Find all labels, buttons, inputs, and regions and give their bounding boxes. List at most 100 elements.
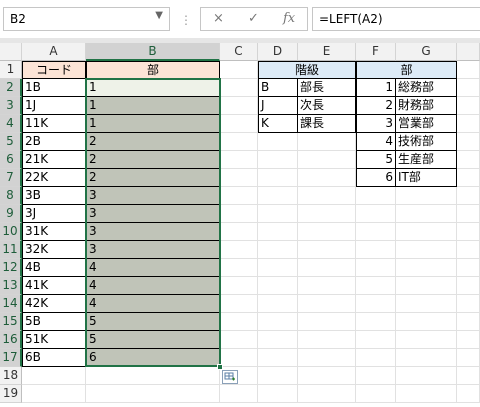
cell[interactable] [356, 295, 396, 313]
row-header-7[interactable]: 7 [0, 169, 22, 187]
cell[interactable] [86, 385, 220, 403]
cell[interactable] [356, 277, 396, 295]
cell[interactable] [258, 187, 298, 205]
cell[interactable] [298, 367, 356, 385]
cell[interactable] [457, 277, 480, 295]
cell[interactable] [220, 187, 258, 205]
column-header-c[interactable]: C [220, 43, 258, 61]
cell[interactable] [457, 385, 480, 403]
code-cell[interactable]: 1J [22, 97, 86, 115]
rank-key-cell[interactable]: K [258, 115, 298, 133]
cell[interactable] [396, 187, 457, 205]
cell[interactable] [298, 349, 356, 367]
dept-num-cell[interactable]: 5 [356, 151, 396, 169]
cell[interactable] [258, 331, 298, 349]
code-cell[interactable]: 5B [22, 313, 86, 331]
cell[interactable] [356, 331, 396, 349]
cell[interactable] [457, 187, 480, 205]
cell[interactable] [220, 277, 258, 295]
cell[interactable] [396, 367, 457, 385]
row-header-16[interactable]: 16 [0, 331, 22, 349]
cell[interactable] [396, 331, 457, 349]
cell[interactable] [457, 151, 480, 169]
cell[interactable] [220, 295, 258, 313]
cell[interactable] [457, 223, 480, 241]
cell[interactable] [356, 205, 396, 223]
cell[interactable] [220, 115, 258, 133]
cell[interactable] [457, 169, 480, 187]
cancel-icon[interactable]: × [213, 11, 224, 26]
code-cell[interactable]: 4B [22, 259, 86, 277]
cell[interactable] [396, 259, 457, 277]
cell[interactable] [258, 205, 298, 223]
code-cell[interactable]: 41K [22, 277, 86, 295]
cell[interactable] [220, 349, 258, 367]
row-header-5[interactable]: 5 [0, 133, 22, 151]
name-box[interactable]: B2 ▼ [3, 7, 170, 31]
code-cell[interactable]: 22K [22, 169, 86, 187]
row-header-9[interactable]: 9 [0, 205, 22, 223]
row-header-11[interactable]: 11 [0, 241, 22, 259]
quick-analysis-icon[interactable] [222, 370, 238, 384]
code-cell[interactable]: 2B [22, 133, 86, 151]
cell[interactable] [457, 349, 480, 367]
header-code[interactable]: コード [22, 61, 86, 79]
insert-function-icon[interactable]: fx [283, 11, 295, 26]
chevron-down-icon[interactable]: ▼ [155, 10, 163, 21]
code-cell[interactable]: 51K [22, 331, 86, 349]
column-header-e[interactable]: E [298, 43, 356, 61]
row-header-2[interactable]: 2 [0, 79, 22, 97]
cell[interactable] [258, 151, 298, 169]
dept-name-cell[interactable]: 財務部 [396, 97, 457, 115]
row-header-6[interactable]: 6 [0, 151, 22, 169]
cell[interactable] [457, 205, 480, 223]
cell[interactable] [457, 295, 480, 313]
cell[interactable] [298, 205, 356, 223]
cell[interactable] [457, 61, 480, 79]
code-cell[interactable]: 21K [22, 151, 86, 169]
cell[interactable] [356, 367, 396, 385]
dept-name-cell[interactable]: 生産部 [396, 151, 457, 169]
cell[interactable] [298, 187, 356, 205]
cell[interactable] [220, 331, 258, 349]
column-header-extra[interactable] [457, 43, 480, 61]
enter-icon[interactable]: ✓ [248, 11, 259, 26]
cell[interactable] [86, 367, 220, 385]
worksheet-grid[interactable]: A B C D E F G 1 2 3 4 5 6 7 8 9 10 11 12 13 14 15 16 17 18 19 コード部… [0, 43, 480, 407]
cell[interactable] [298, 151, 356, 169]
cell[interactable] [457, 241, 480, 259]
cell[interactable] [298, 385, 356, 403]
cell[interactable] [220, 133, 258, 151]
cell[interactable] [220, 241, 258, 259]
cell[interactable] [457, 79, 480, 97]
cell[interactable] [258, 133, 298, 151]
dept-name-cell[interactable]: 技術部 [396, 133, 457, 151]
cell[interactable] [396, 385, 457, 403]
column-header-f[interactable]: F [356, 43, 396, 61]
cell[interactable] [258, 367, 298, 385]
cell[interactable] [258, 241, 298, 259]
cell[interactable] [258, 349, 298, 367]
cell[interactable] [457, 331, 480, 349]
cell[interactable] [356, 385, 396, 403]
row-header-8[interactable]: 8 [0, 187, 22, 205]
cell[interactable] [457, 133, 480, 151]
cell[interactable] [298, 133, 356, 151]
code-cell[interactable]: 31K [22, 223, 86, 241]
cell[interactable] [220, 169, 258, 187]
row-header-15[interactable]: 15 [0, 313, 22, 331]
column-header-g[interactable]: G [396, 43, 457, 61]
cell[interactable] [220, 259, 258, 277]
cell[interactable] [356, 241, 396, 259]
row-header-17[interactable]: 17 [0, 349, 22, 367]
dept-num-cell[interactable]: 4 [356, 133, 396, 151]
rank-header[interactable]: 階級 [258, 61, 356, 79]
code-cell[interactable]: 32K [22, 241, 86, 259]
cell[interactable] [258, 295, 298, 313]
column-header-d[interactable]: D [258, 43, 298, 61]
code-cell[interactable]: 3B [22, 187, 86, 205]
cell[interactable] [356, 187, 396, 205]
dept-num-cell[interactable]: 3 [356, 115, 396, 133]
dept-name-cell[interactable]: 総務部 [396, 79, 457, 97]
cell[interactable] [220, 151, 258, 169]
